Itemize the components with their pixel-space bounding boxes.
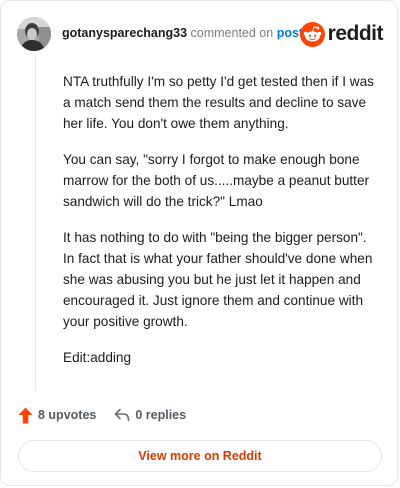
comment-paragraph-4: Edit:adding	[63, 350, 132, 365]
user-avatar[interactable]	[17, 17, 51, 51]
comment-meta: gotanysparechang33 commented on post	[62, 26, 303, 40]
reddit-snoo-icon	[299, 21, 325, 47]
avatar-photo-icon	[17, 17, 51, 51]
comment-actions: 8 upvotes 0 replies	[18, 404, 186, 426]
upvote-count: 8 upvotes	[38, 408, 97, 422]
thread-line	[35, 55, 36, 391]
commented-on-text: commented on	[190, 26, 274, 40]
comment-body: NTA truthfully I'm so petty I'd get test…	[63, 71, 379, 383]
comment-paragraph-1: NTA truthfully I'm so petty I'd get test…	[63, 74, 374, 131]
comment-header: gotanysparechang33 commented on post red…	[17, 15, 384, 51]
reddit-wordmark: reddit	[327, 22, 384, 45]
view-more-on-reddit-button[interactable]: View more on Reddit	[18, 440, 382, 472]
upvote-arrow-icon	[18, 407, 33, 423]
comment-paragraph-3: It has nothing to do with "being the big…	[63, 230, 373, 329]
comment-paragraph-2: You can say, "sorry I forgot to make eno…	[63, 152, 370, 209]
username-link[interactable]: gotanysparechang33	[62, 26, 187, 40]
reply-count: 0 replies	[135, 408, 187, 422]
replies-button[interactable]: 0 replies	[114, 408, 186, 422]
reddit-logo[interactable]: reddit	[299, 21, 384, 47]
reply-arrow-icon	[115, 408, 130, 422]
upvote-button[interactable]: 8 upvotes	[18, 407, 96, 424]
comment-embed-card: gotanysparechang33 commented on post red…	[0, 0, 398, 486]
